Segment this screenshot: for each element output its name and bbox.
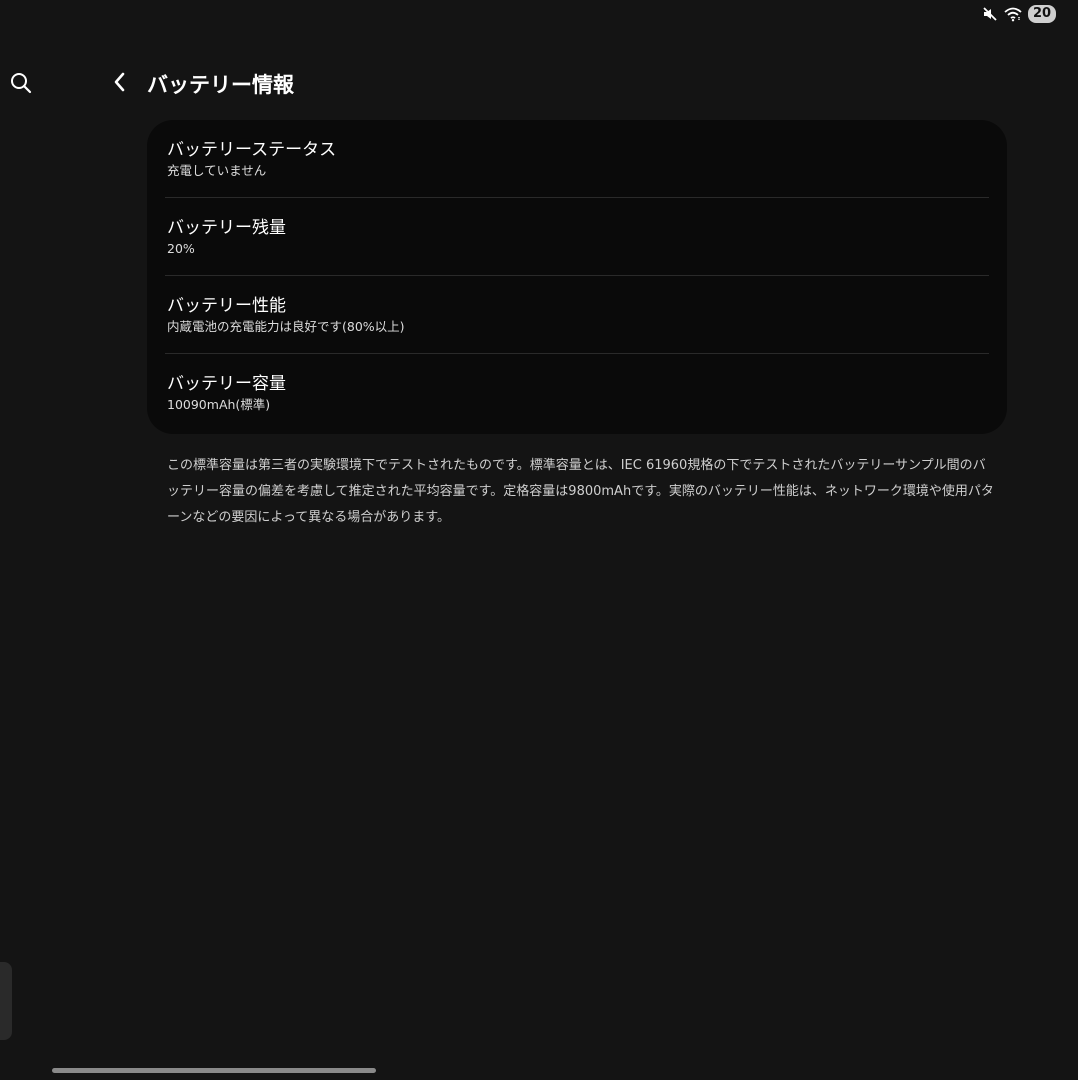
item-subtitle: 充電していません [167,163,267,178]
wifi-icon [1004,6,1022,22]
battery-performance-item[interactable]: バッテリー性能 内蔵電池の充電能力は良好です(80%以上) [165,276,989,354]
mute-icon [982,6,998,22]
battery-info-card: バッテリーステータス 充電していません バッテリー残量 20% バッテリー性能 … [147,120,1007,434]
status-bar: 20 [982,4,1056,24]
chevron-left-icon [112,71,126,97]
search-button[interactable] [9,71,33,95]
item-title: バッテリー容量 [167,374,286,394]
battery-status-item[interactable]: バッテリーステータス 充電していません [165,120,989,198]
battery-level-item[interactable]: バッテリー残量 20% [165,198,989,276]
capacity-note: この標準容量は第三者の実験環境下でテストされたものです。標準容量とは、IEC 6… [167,458,994,525]
page-title: バッテリー情報 [147,73,294,97]
item-subtitle: 20% [167,241,195,256]
item-title: バッテリー残量 [167,218,286,238]
item-subtitle: 10090mAh(標準) [167,397,271,412]
item-subtitle: 内蔵電池の充電能力は良好です(80%以上) [167,319,405,334]
battery-capacity-item[interactable]: バッテリー容量 10090mAh(標準) [165,354,989,432]
item-title: バッテリーステータス [167,140,337,160]
back-button[interactable] [106,68,132,100]
home-indicator[interactable] [52,1068,376,1073]
item-title: バッテリー性能 [167,296,286,316]
search-icon [9,73,33,99]
battery-level-badge: 20 [1028,5,1056,23]
header: バッテリー情報 [106,64,294,104]
edge-panel-handle[interactable] [0,962,12,1040]
